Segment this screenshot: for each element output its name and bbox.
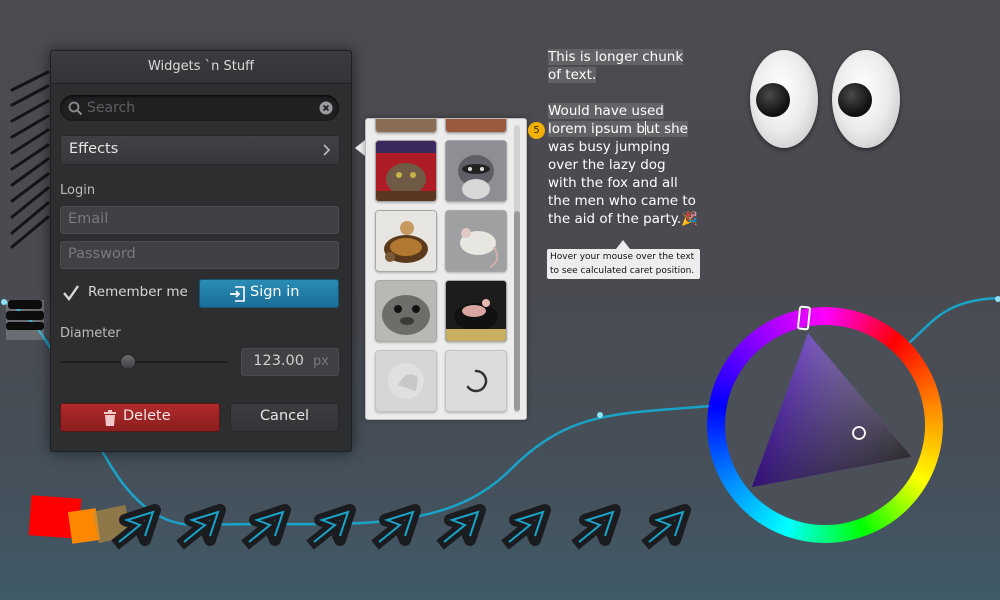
diameter-slider-handle[interactable] [120,354,137,370]
remember-me-label[interactable]: Remember me [88,284,188,300]
guinea-pig-photo [446,281,506,341]
vertical-scrollbar-thumb[interactable] [514,211,520,411]
turtle-photo [376,211,436,271]
diameter-value: 123.00 [253,353,304,369]
diameter-unit: px [313,354,329,369]
caret-position-badge: 5 [528,122,545,139]
text-paragraph-2-mid: ut she [645,121,688,137]
text-paragraph-1: This is longer chunk of text. [548,49,684,83]
password-field[interactable]: Password [60,241,339,269]
password-placeholder: Password [68,246,136,262]
search-icon [68,101,83,116]
raccoon-photo [446,141,506,201]
widgets-window: Widgets `n Stuff Search Effects Login Em… [50,50,352,452]
trash-icon [104,410,116,426]
cancel-button[interactable]: Cancel [230,403,339,432]
delete-button[interactable]: Delete [60,403,220,432]
diameter-slider-track[interactable] [60,361,228,363]
caret-tooltip: Hover your mouse over the text to see ca… [547,249,700,279]
sign-in-icon [230,286,245,302]
thumb-mouse[interactable] [445,210,507,272]
login-label: Login [60,183,96,198]
sign-in-label: Sign in [250,284,300,300]
window-title: Widgets `n Stuff [51,51,351,84]
image-panel-popup [365,118,527,420]
search-placeholder: Search [87,100,136,116]
curve-point [597,412,603,418]
mouse-photo [446,211,506,271]
diameter-label: Diameter [60,326,121,341]
thumb-turtle[interactable] [375,210,437,272]
curve-point [995,296,1000,302]
email-placeholder: Email [68,211,109,227]
seal-photo [376,281,436,341]
stacked-bars-widget [6,300,44,340]
tooltip-arrow [616,240,630,249]
thumb-seal[interactable] [375,280,437,342]
thumb-guinea-pig[interactable] [445,280,507,342]
cat-photo [376,141,436,201]
spinner-icon [466,369,488,393]
right-eye [832,50,900,148]
thumb-loading-placeholder[interactable] [375,350,437,412]
left-eye [750,50,818,148]
cancel-label: Cancel [259,408,310,424]
text-paragraph-2-rest: was busy jumping over the lazy dog with … [548,139,696,227]
effects-label: Effects [69,141,119,157]
left-pupil [756,83,790,117]
diameter-value-field[interactable]: 123.00 px [241,348,339,376]
thumb-cat[interactable] [375,140,437,202]
right-pupil [838,83,872,117]
email-field[interactable]: Email [60,206,339,234]
search-input[interactable]: Search [60,95,339,121]
thumb-raccoon[interactable] [445,140,507,202]
clear-search-icon[interactable] [319,101,333,115]
text-block[interactable]: This is longer chunk of text. Would have… [548,48,698,228]
sign-in-button[interactable]: Sign in [199,279,339,308]
effects-dropdown-button[interactable]: Effects [60,135,340,165]
loading-placeholder-icon [388,363,424,399]
remember-me-checkbox[interactable] [62,284,80,302]
color-wheel-widget[interactable] [700,305,950,550]
chevron-right-icon [323,144,331,156]
arrow-row [111,504,691,550]
hatch-lines [10,70,50,249]
thumb-loading-spinner[interactable] [445,350,507,412]
thumb-partial[interactable] [375,119,437,133]
party-emoji-icon: 🎉 [681,211,698,227]
thumb-partial[interactable] [445,119,507,133]
delete-label: Delete [123,408,171,424]
popup-arrow [355,140,365,156]
